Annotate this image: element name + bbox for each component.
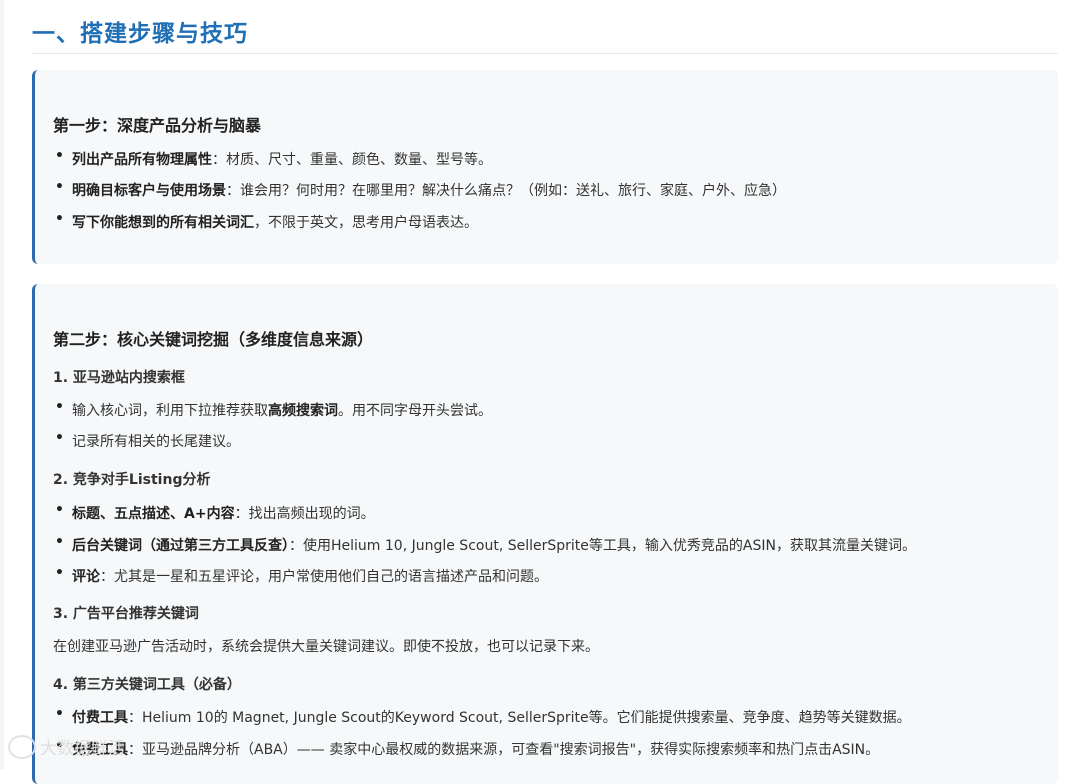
bullet-icon: •: [55, 211, 64, 227]
list-item: 后台关键词（通过第三方工具反查）：使用Helium 10, Jungle Sco…: [72, 538, 916, 554]
sec1-title: 1. 亚马逊站内搜索框: [53, 370, 185, 386]
left-edge: [0, 0, 4, 769]
list-item: 付费工具：Helium 10的 Magnet, Jungle Scout的Key…: [72, 710, 911, 726]
bullet-icon: •: [55, 148, 64, 164]
sec2-title: 2. 竞争对手Listing分析: [53, 472, 211, 488]
bullet-icon: •: [55, 534, 64, 550]
bullet-icon: •: [55, 430, 64, 446]
list-item: 明确目标客户与使用场景：谁会用？何时用？在哪里用？解决什么痛点？（例如：送礼、旅…: [72, 183, 786, 199]
bullet-icon: •: [55, 502, 64, 518]
list-item: 列出产品所有物理属性：材质、尺寸、重量、颜色、数量、型号等。: [72, 152, 492, 168]
watermark-text: 大数据鲜活: [40, 739, 125, 759]
bullet-icon: •: [55, 179, 64, 195]
watermark-logo-icon: [8, 734, 36, 759]
bullet-icon: •: [55, 706, 64, 722]
watermark: 大数据鲜活: [8, 734, 158, 764]
step1-title: 第一步：深度产品分析与脑暴: [53, 116, 262, 135]
list-item: 输入核心词，利用下拉推荐获取高频搜索词。用不同字母开头尝试。: [72, 403, 492, 419]
section-heading: 一、搭建步骤与技巧: [32, 21, 248, 47]
list-item: 记录所有相关的长尾建议。: [72, 434, 240, 450]
list-item: 评论：尤其是一星和五星评论，用户常使用他们自己的语言描述产品和问题。: [72, 569, 548, 585]
document-page: 一、搭建步骤与技巧 第一步：深度产品分析与脑暴 • 列出产品所有物理属性：材质、…: [0, 0, 1080, 784]
list-item: 免费工具：亚马逊品牌分析（ABA）—— 卖家中心最权威的数据来源，可查看"搜索词…: [72, 742, 880, 758]
bullet-icon: •: [55, 565, 64, 581]
bullet-icon: •: [55, 399, 64, 415]
sec3-title: 3. 广告平台推荐关键词: [53, 606, 199, 622]
step2-title: 第二步：核心关键词挖掘（多维度信息来源）: [53, 330, 374, 349]
sec3-text: 在创建亚马逊广告活动时，系统会提供大量关键词建议。即使不投放，也可以记录下来。: [53, 639, 599, 655]
list-item: 写下你能想到的所有相关词汇，不限于英文，思考用户母语表达。: [72, 215, 478, 231]
sec4-title: 4. 第三方关键词工具（必备）: [53, 677, 241, 693]
list-item: 标题、五点描述、A+内容：找出高频出现的词。: [72, 506, 375, 522]
heading-divider: [32, 53, 1058, 54]
